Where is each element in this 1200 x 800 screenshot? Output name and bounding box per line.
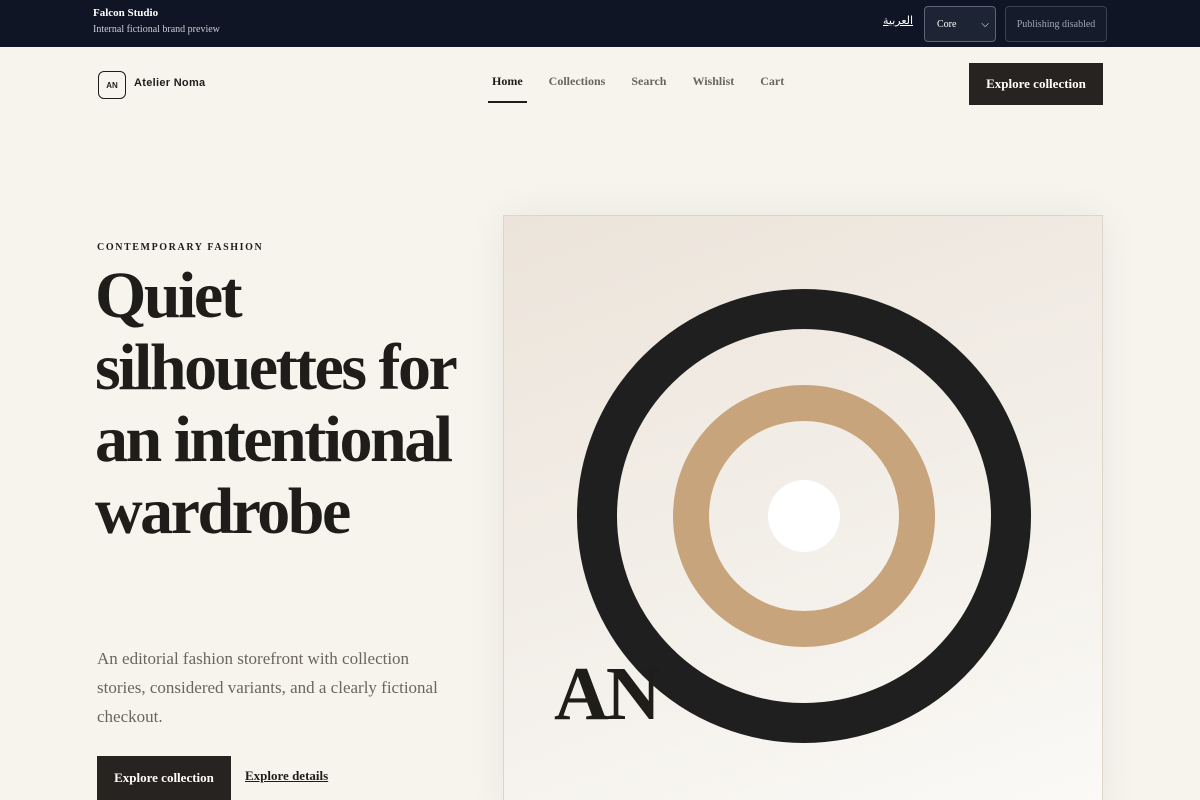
logo-badge[interactable]: AN [98, 71, 126, 99]
nav-item-cart[interactable]: Cart [756, 74, 788, 103]
language-link[interactable]: العربية [883, 14, 913, 27]
preview-topbar: Falcon Studio Internal fictional brand p… [0, 0, 1200, 47]
studio-subtitle: Internal fictional brand preview [93, 24, 220, 35]
theme-select-value: Core [937, 18, 957, 30]
hero-eyebrow: CONTEMPORARY FASHION [97, 242, 264, 253]
studio-name: Falcon Studio [93, 7, 159, 19]
nav-item-search[interactable]: Search [627, 74, 670, 103]
artwork-monogram: AN [554, 652, 661, 736]
hero-lede: An editorial fashion storefront with col… [97, 649, 438, 726]
chevron-down-icon: ⌵ [981, 19, 989, 30]
hero-headline: Quiet silhouettes for an intentional war… [95, 259, 457, 548]
publish-button[interactable]: Publishing disabled [1005, 6, 1107, 42]
brand-name[interactable]: Atelier Noma [134, 77, 205, 89]
nav-item-wishlist[interactable]: Wishlist [688, 74, 738, 103]
nav-menu: Home Collections Search Wishlist Cart [488, 74, 788, 103]
nav-item-home[interactable]: Home [488, 74, 527, 103]
explore-details-link[interactable]: Explore details [245, 768, 328, 784]
hero-artwork: AN [503, 215, 1103, 800]
studio-info: Falcon Studio Internal fictional brand p… [93, 6, 220, 37]
theme-select[interactable]: Core ⌵ [924, 6, 996, 42]
nav-item-collections[interactable]: Collections [545, 74, 610, 103]
nav-explore-button[interactable]: Explore collection [969, 63, 1103, 105]
center-dot-graphic [768, 480, 840, 552]
site-nav: AN Atelier Noma Home Collections Search … [0, 47, 1200, 117]
hero-explore-button[interactable]: Explore collection [97, 756, 231, 800]
